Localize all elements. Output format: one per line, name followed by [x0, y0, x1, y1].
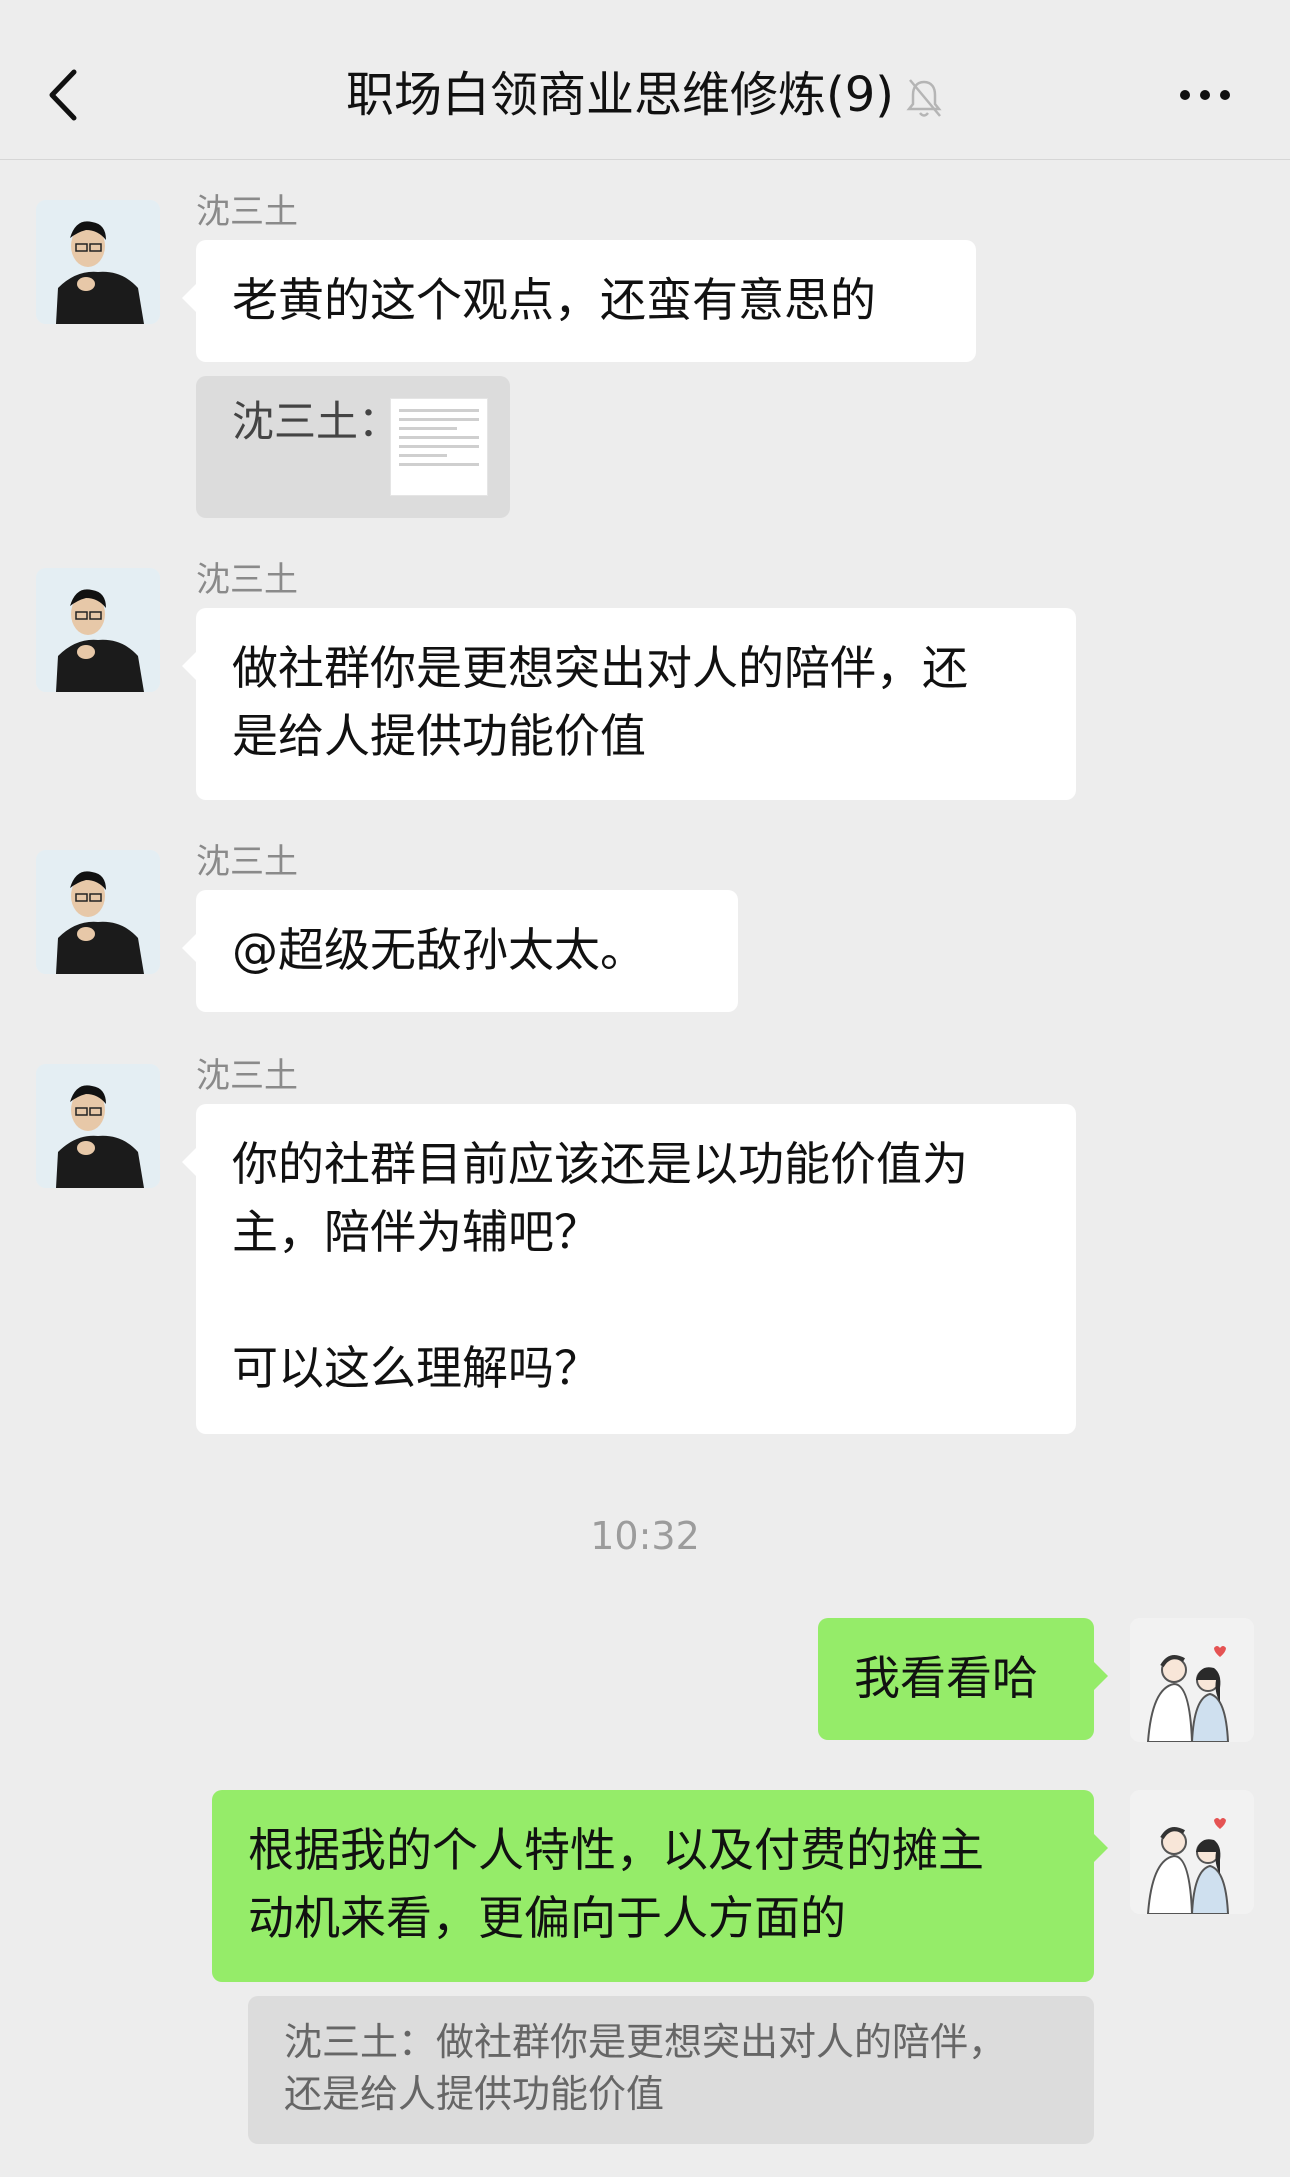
sender-name: 沈三土 [196, 560, 298, 600]
message-text: @超级无敌孙太太。 [232, 923, 646, 977]
message-text-line: 根据我的个人特性，以及付费的摊主 [248, 1823, 984, 1877]
avatar-shensantu[interactable] [36, 568, 160, 692]
chat-header: 职场白领商业思维修炼(9) [0, 0, 1290, 160]
message-bubble[interactable]: 做社群你是更想突出对人的陪伴，还 是给人提供功能价值 [182, 608, 1076, 800]
message-text-line: 是给人提供功能价值 [232, 709, 646, 763]
person-avatar-icon [36, 200, 160, 324]
muted-bell-icon [906, 79, 942, 117]
sender-name: 沈三土 [196, 842, 298, 882]
message-text-line: 做社群你是更想突出对人的陪伴，还 [232, 641, 968, 695]
chat-title: 职场白领商业思维修炼(9) [0, 60, 1290, 130]
couple-illustration-icon [1130, 1618, 1254, 1742]
quoted-message[interactable]: 沈三土：做社群你是更想突出对人的陪伴， 还是给人提供功能价值 [248, 1996, 1094, 2144]
person-avatar-icon [36, 850, 160, 974]
message-text-line: 主，陪伴为辅吧？ [232, 1205, 600, 1259]
sender-name: 沈三土 [196, 192, 298, 232]
message-timestamp: 10:32 [590, 1514, 700, 1558]
shared-record-card[interactable]: 沈三土： [196, 376, 510, 518]
avatar-shensantu[interactable] [36, 1064, 160, 1188]
quoted-text-line: 还是给人提供功能价值 [284, 2072, 665, 2116]
message-bubble[interactable]: @超级无敌孙太太。 [182, 890, 738, 1012]
more-options-icon[interactable] [1175, 75, 1235, 115]
message-text: 老黄的这个观点，还蛮有意思的 [232, 273, 876, 327]
message-text-line: 可以这么理解吗？ [232, 1341, 600, 1395]
message-text-line: 动机来看，更偏向于人方面的 [248, 1891, 846, 1945]
my-message-bubble[interactable]: 根据我的个人特性，以及付费的摊主 动机来看，更偏向于人方面的 [212, 1790, 1108, 1982]
message-bubble[interactable]: 老黄的这个观点，还蛮有意思的 [182, 240, 976, 362]
message-text-spacer [232, 1266, 1040, 1334]
message-text: 我看看哈 [854, 1651, 1038, 1705]
chat-title-text: 职场白领商业思维修炼(9) [346, 67, 894, 123]
my-avatar[interactable] [1130, 1618, 1254, 1742]
couple-illustration-icon [1130, 1790, 1254, 1914]
person-avatar-icon [36, 568, 160, 692]
avatar-shensantu[interactable] [36, 200, 160, 324]
message-text-line: 你的社群目前应该还是以功能价值为 [232, 1137, 968, 1191]
my-avatar[interactable] [1130, 1790, 1254, 1914]
my-message-bubble[interactable]: 我看看哈 [818, 1618, 1108, 1740]
avatar-shensantu[interactable] [36, 850, 160, 974]
shared-record-label: 沈三土： [232, 397, 401, 446]
sender-name: 沈三土 [196, 1056, 298, 1096]
message-bubble[interactable]: 你的社群目前应该还是以功能价值为 主，陪伴为辅吧？ 可以这么理解吗？ [182, 1104, 1076, 1434]
quoted-text-line: 沈三土：做社群你是更想突出对人的陪伴， [284, 2020, 1007, 2064]
person-avatar-icon [36, 1064, 160, 1188]
document-thumbnail [390, 398, 488, 496]
